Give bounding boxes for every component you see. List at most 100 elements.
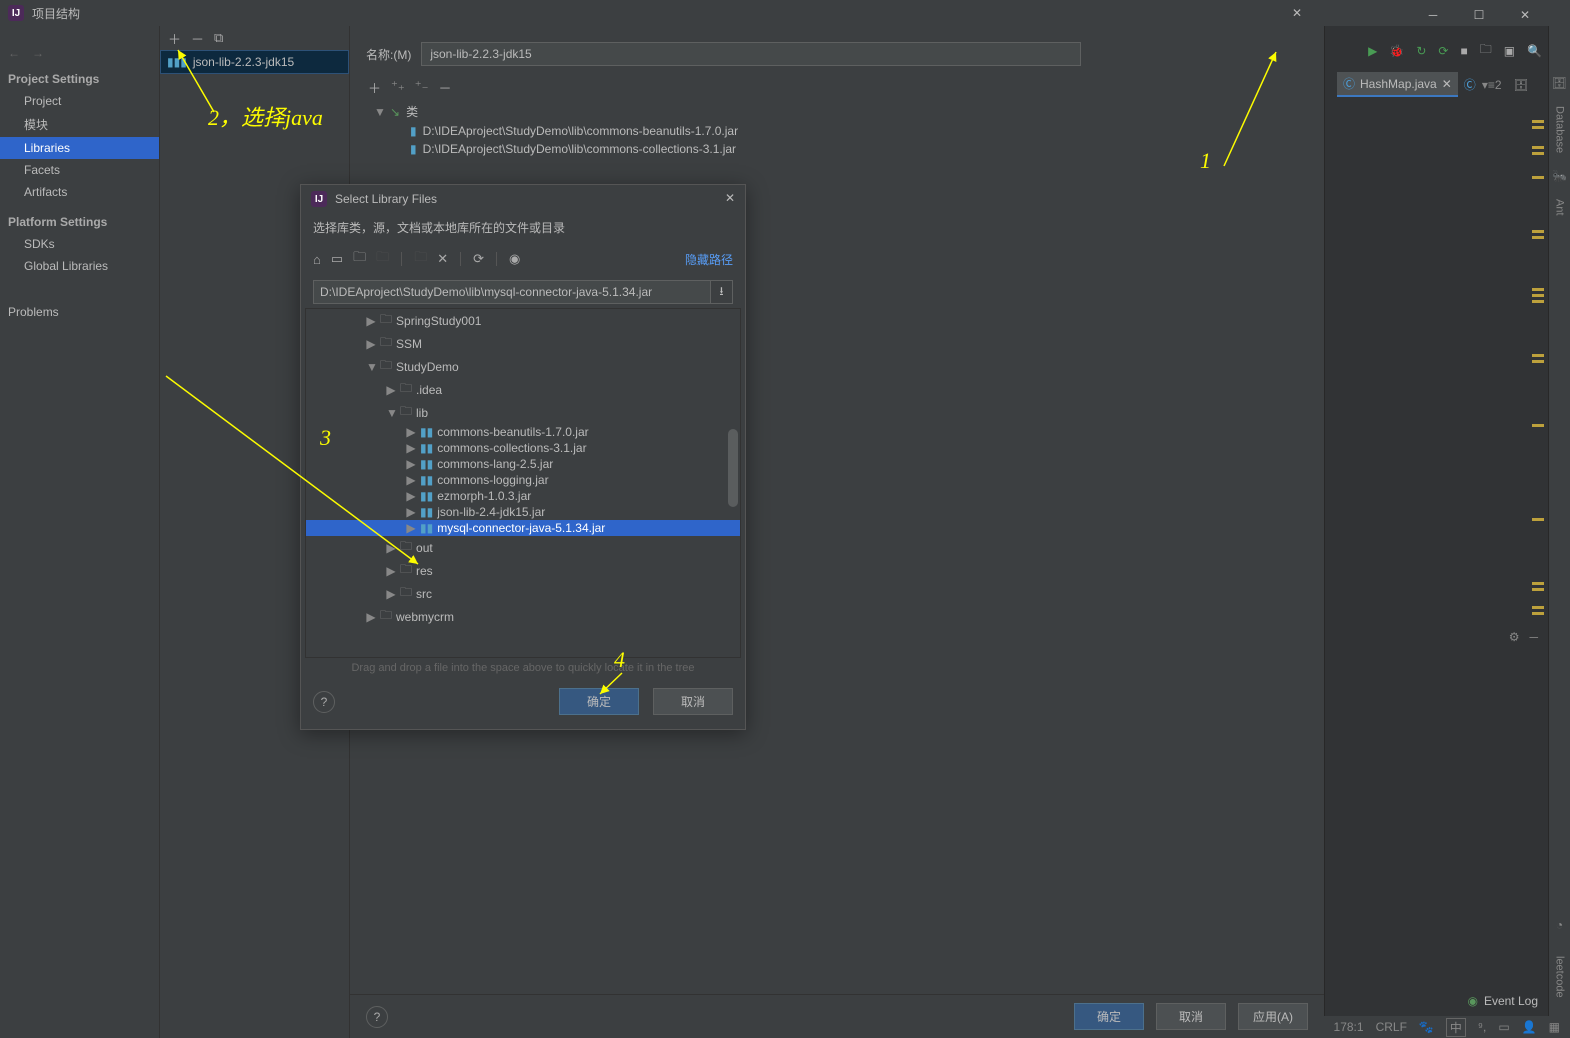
run-icon[interactable]: ▶ [1368,44,1377,58]
settings-icon[interactable]: ⚙ [1509,630,1520,644]
sidebar-item-project[interactable]: Project [0,90,159,112]
expand-icon[interactable]: ▶ [366,610,376,624]
file-tree-row[interactable]: ▶▮▮commons-beanutils-1.7.0.jar [306,424,740,440]
search-icon[interactable]: 🔍 [1527,44,1542,58]
ant-label[interactable]: Ant [1554,199,1566,216]
home-icon[interactable]: ⌂ [313,252,321,267]
file-tree-row[interactable]: ▶🗀webmycrm [306,605,740,628]
expand-icon[interactable]: ▶ [406,441,416,455]
leetcode-icon[interactable]: ◔ [1556,918,1563,932]
database-label[interactable]: Database [1554,106,1566,153]
history-icon[interactable]: ⭳ [711,280,733,304]
notification-icon[interactable]: ◉ [1467,994,1477,1008]
hide-icon[interactable]: ─ [1529,630,1538,644]
remove-root-icon[interactable]: － [438,78,451,97]
add-root-icon[interactable]: ＋ [368,78,381,97]
show-hidden-icon[interactable]: ◉ [509,251,520,267]
file-tree-row[interactable]: ▶▮▮commons-collections-3.1.jar [306,440,740,456]
sidebar-item-artifacts[interactable]: Artifacts [0,181,159,203]
forward-icon[interactable]: → [32,46,44,60]
expand-icon[interactable]: ▶ [366,337,376,351]
user-icon[interactable]: 👤 [1522,1020,1537,1034]
leetcode-label[interactable]: leetcode [1554,956,1566,998]
expand-icon[interactable]: ▶ [406,457,416,471]
file-tree-row[interactable]: ▶🗀.idea [306,378,740,401]
help-icon[interactable]: ? [313,691,335,713]
help-icon[interactable]: ? [366,1006,388,1028]
close-tab-icon[interactable]: ✕ [1442,77,1452,91]
expand-icon[interactable]: ▶ [406,489,416,503]
sidebar-item-global-libraries[interactable]: Global Libraries [0,255,159,277]
expand-icon[interactable]: ▶ [406,505,416,519]
expand-icon[interactable]: ▶ [386,383,396,397]
library-item[interactable]: ▮▮▮ json-lib-2.2.3-jdk15 [160,50,349,74]
jar-row[interactable]: ▮D:\IDEAproject\StudyDemo\lib\commons-be… [410,122,1308,140]
ime-indicator[interactable]: 中 [1446,1018,1466,1037]
expand-icon[interactable]: ▶ [366,314,376,328]
file-tree-row[interactable]: ▶🗀res [306,559,740,582]
close-icon[interactable]: ✕ [1502,2,1548,28]
profiler-icon[interactable]: ⟳ [1438,44,1448,58]
ime-mode-icon[interactable]: ⁹, [1478,1020,1486,1034]
delete-icon[interactable]: ✕ [437,251,448,267]
project-structure-icon[interactable]: 🗀 [1480,40,1492,61]
copy-icon[interactable]: ⧉ [214,30,223,46]
expand-icon[interactable]: ▶ [386,587,396,601]
file-tree-row[interactable]: ▼🗀lib [306,401,740,424]
classes-node[interactable]: ▼ ↘ 类 [374,101,1308,122]
hide-path-link[interactable]: 隐藏路径 [685,251,733,268]
sidebar-item-facets[interactable]: Facets [0,159,159,181]
ok-button[interactable]: 确定 [1074,1003,1144,1030]
ant-tool-icon[interactable]: 🐜 [1552,169,1567,183]
caret-position[interactable]: 178:1 [1334,1020,1364,1034]
back-icon[interactable]: ← [8,46,20,60]
debug-icon[interactable]: 🐞 [1389,44,1404,58]
sidebar-item-modules[interactable]: 模块 [0,112,159,137]
line-separator[interactable]: CRLF [1376,1020,1407,1034]
terminal-icon[interactable]: ▣ [1504,44,1515,58]
paw-icon[interactable]: 🐾 [1419,1020,1434,1034]
expand-icon[interactable]: ▶ [406,425,416,439]
add-icon[interactable]: ＋ [168,29,181,48]
stop-icon[interactable]: ■ [1460,44,1467,58]
file-tree-row[interactable]: ▶▮▮mysql-connector-java-5.1.34.jar [306,520,740,536]
minimize-icon[interactable]: ─ [1410,2,1456,28]
file-tree-row[interactable]: ▼🗀StudyDemo [306,355,740,378]
keyboard-icon[interactable]: ▭ [1498,1020,1509,1034]
sidebar-item-sdks[interactable]: SDKs [0,233,159,255]
expand-icon[interactable]: ▼ [366,360,376,374]
refresh-icon[interactable]: ⟳ [473,251,484,267]
sidebar-item-libraries[interactable]: Libraries [0,137,159,159]
maximize-icon[interactable]: ☐ [1456,2,1502,28]
file-tree-row[interactable]: ▶▮▮commons-logging.jar [306,472,740,488]
file-tree-row[interactable]: ▶🗀src [306,582,740,605]
expand-icon[interactable]: ▶ [406,521,416,535]
more-tabs-icon[interactable]: ▾≡2 [1482,78,1502,92]
scrollbar[interactable] [728,429,738,507]
remove-icon[interactable]: － [191,29,204,48]
desktop-icon[interactable]: ▭ [331,251,343,267]
editor-tab[interactable]: Ⓒ HashMap.java ✕ [1337,72,1458,97]
expand-icon[interactable]: ▼ [386,406,396,420]
close-icon[interactable]: ✕ [1274,0,1320,26]
path-input[interactable] [313,280,711,304]
expand-icon[interactable]: ▶ [386,541,396,555]
expand-icon[interactable]: ▶ [386,564,396,578]
cancel-button[interactable]: 取消 [1156,1003,1226,1030]
apply-button[interactable]: 应用(A) [1238,1003,1308,1030]
file-tree-row[interactable]: ▶▮▮json-lib-2.4-jdk15.jar [306,504,740,520]
add-url-icon[interactable]: ⁺₊ [391,78,405,97]
file-tree-row[interactable]: ▶🗀SSM [306,332,740,355]
grid-icon[interactable]: ▦ [1549,1020,1560,1034]
sidebar-item-problems[interactable]: Problems [0,301,159,323]
close-icon[interactable]: ✕ [725,191,735,205]
library-name-input[interactable] [421,42,1081,66]
file-tree-row[interactable]: ▶▮▮commons-lang-2.5.jar [306,456,740,472]
file-tree-row[interactable]: ▶🗀out [306,536,740,559]
database-tool-icon[interactable]: 🗄 [1552,76,1567,90]
jar-row[interactable]: ▮D:\IDEAproject\StudyDemo\lib\commons-co… [410,140,1308,158]
cancel-button[interactable]: 取消 [653,688,733,715]
event-log-label[interactable]: Event Log [1484,994,1538,1008]
expand-icon[interactable]: ▶ [406,473,416,487]
coverage-icon[interactable]: ↻ [1416,44,1426,58]
